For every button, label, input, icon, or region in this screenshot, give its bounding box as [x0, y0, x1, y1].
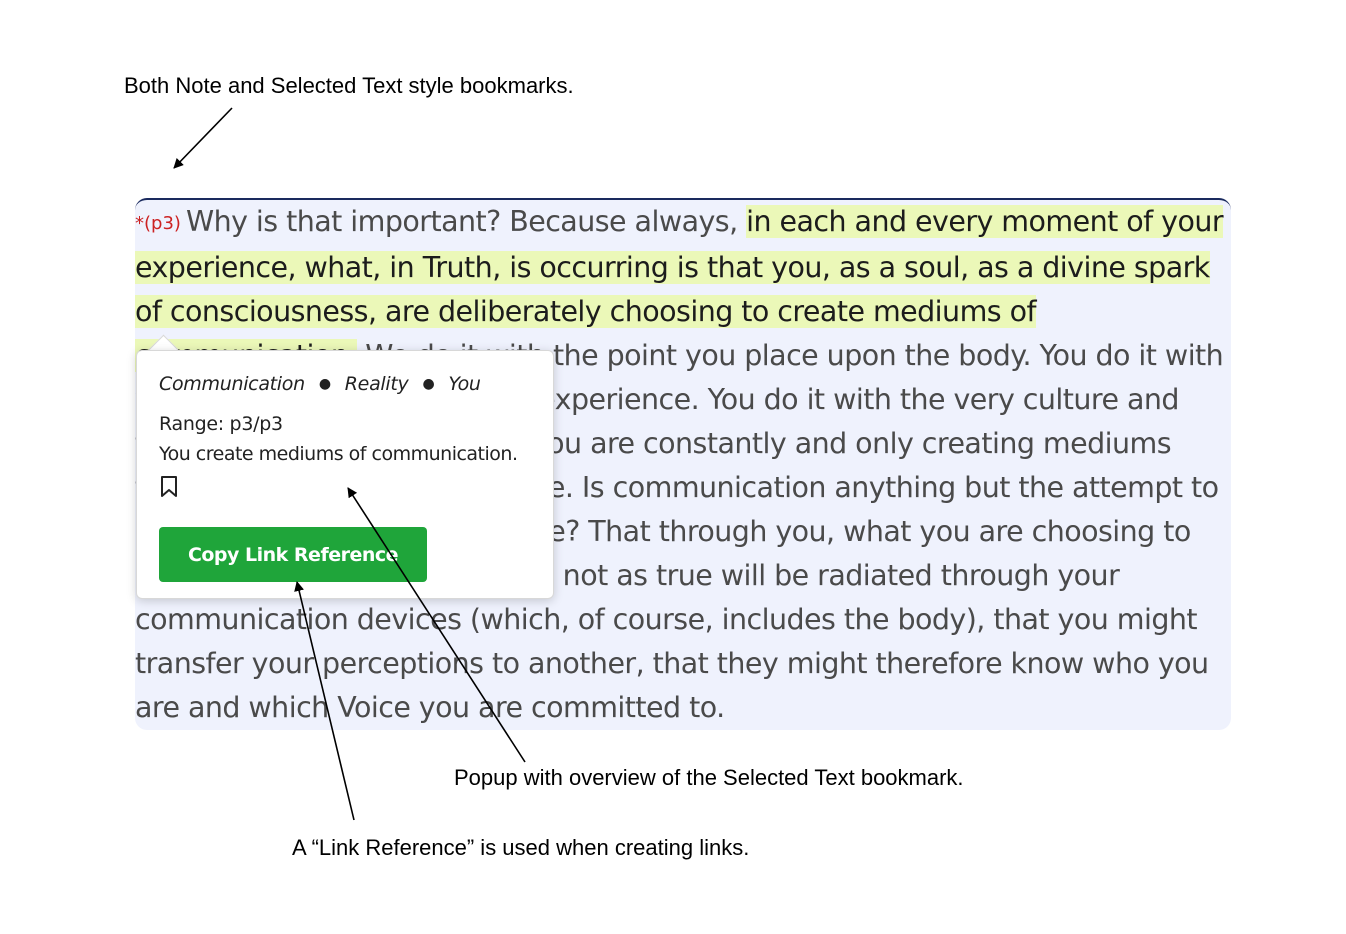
bookmark-popup: Communication ● Reality ● You Range: p3/p3 Y…: [136, 350, 554, 599]
bookmark-note: You create mediums of communication.: [159, 443, 518, 465]
annotation-bookmark-styles: Both Note and Selected Text style bookma…: [124, 73, 574, 98]
bookmark-tags: Communication ● Reality ● You: [159, 373, 481, 395]
bookmark-range: Range: p3/p3: [159, 413, 283, 435]
annotation-popup-overview: Popup with overview of the Selected Text…: [454, 765, 964, 790]
tag-item[interactable]: Reality: [345, 373, 409, 395]
paragraph-text-before: Why is that important? Because always,: [185, 205, 747, 238]
note-bookmark-marker[interactable]: *(p3): [135, 213, 181, 234]
copy-link-reference-button[interactable]: Copy Link Reference: [159, 527, 427, 582]
annotation-link-reference: A “Link Reference” is used when creating…: [292, 835, 750, 860]
tag-separator: ●: [318, 376, 331, 392]
bookmark-icon[interactable]: [159, 475, 179, 499]
tag-item[interactable]: You: [448, 373, 481, 395]
arrow-top: [173, 107, 233, 169]
tag-separator: ●: [422, 376, 435, 392]
tag-item[interactable]: Communication: [159, 373, 305, 395]
